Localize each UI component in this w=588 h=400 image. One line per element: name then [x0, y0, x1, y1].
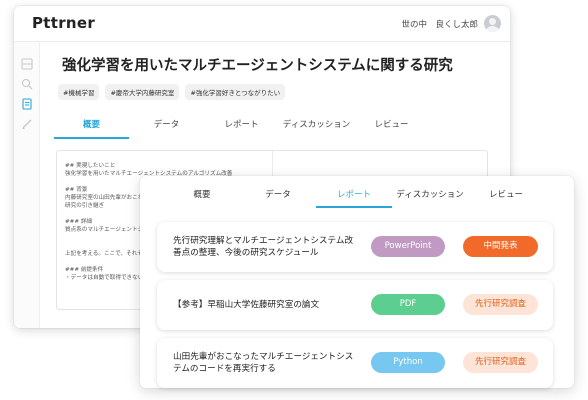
report-title: 先行研究理解とマルチエージェントシステム改善点の整理、今後の研究スケジュール [173, 236, 354, 258]
page-title: 強化学習を用いたマルチエージェントシステムに関する研究 [62, 58, 453, 74]
tag[interactable]: #機械学習 [58, 84, 100, 100]
doc-line: ## 実現したいこと [65, 163, 116, 169]
avatar[interactable] [484, 15, 501, 32]
tab-discussion[interactable]: ディスカッション [279, 118, 354, 139]
tag[interactable]: #慶帝大学内藤研究室 [105, 84, 180, 100]
tab-data[interactable]: データ [129, 118, 204, 139]
status-badge[interactable]: 先行研究調査 [463, 352, 538, 373]
doc-line: ### 詳細 [65, 219, 93, 225]
report-item[interactable]: 【参考】早稲山大学佐藤研究室の論文 PDF 先行研究調査 [157, 280, 553, 330]
file-type-badge[interactable]: Python [371, 352, 445, 373]
avatar-body [486, 26, 499, 32]
status-badge[interactable]: 先行研究調査 [463, 294, 538, 315]
tab-discussion[interactable]: ディスカッション [392, 188, 468, 208]
avatar-head [489, 18, 496, 25]
doc-line: ・データは自動で取得できない [65, 275, 144, 281]
tab-review[interactable]: レビュー [468, 188, 544, 208]
top-bar: Pttrner 世の中 良くし太郎 [14, 6, 510, 42]
report-panel: 概要 データ レポート ディスカッション レビュー 先行研究理解とマルチエージェ… [140, 176, 574, 388]
back-tab-bar: 概要 データ レポート ディスカッション レビュー [54, 118, 429, 139]
doc-line: ## 背景 [65, 187, 88, 193]
document-icon[interactable] [21, 98, 33, 110]
report-title: 山田先輩がおこなったマルチエージェントシステムのコードを再実行する [173, 352, 354, 374]
report-title: 【参考】早稲山大学佐藤研究室の論文 [173, 300, 320, 310]
grid-icon[interactable] [21, 58, 33, 70]
user-name: 世の中 良くし太郎 [401, 20, 478, 30]
tab-report[interactable]: レポート [316, 188, 392, 208]
sidebar [14, 42, 40, 328]
app-logo[interactable]: Pttrner [32, 14, 95, 32]
tab-data[interactable]: データ [240, 188, 316, 208]
doc-line: 研究の引き継ぎ [65, 203, 105, 209]
search-icon[interactable] [21, 78, 33, 90]
file-type-badge[interactable]: PDF [371, 294, 445, 315]
file-type-badge[interactable]: PowerPoint [371, 236, 445, 257]
tag-list: #機械学習 #慶帝大学内藤研究室 #強化学習好きとつながりたい [58, 84, 286, 100]
doc-line: ### 前提条件 [65, 267, 104, 273]
status-badge[interactable]: 中間発表 [463, 236, 538, 257]
tab-review[interactable]: レビュー [354, 118, 429, 139]
report-item[interactable]: 山田先輩がおこなったマルチエージェントシステムのコードを再実行する Python… [157, 338, 553, 388]
tag[interactable]: #強化学習好きとつながりたい [185, 84, 286, 100]
edit-icon[interactable] [21, 118, 33, 130]
front-tab-bar: 概要 データ レポート ディスカッション レビュー [164, 188, 544, 208]
report-item[interactable]: 先行研究理解とマルチエージェントシステム改善点の整理、今後の研究スケジュール P… [157, 222, 553, 272]
tab-report[interactable]: レポート [204, 118, 279, 139]
tab-overview[interactable]: 概要 [54, 118, 129, 139]
tab-overview[interactable]: 概要 [164, 188, 240, 208]
